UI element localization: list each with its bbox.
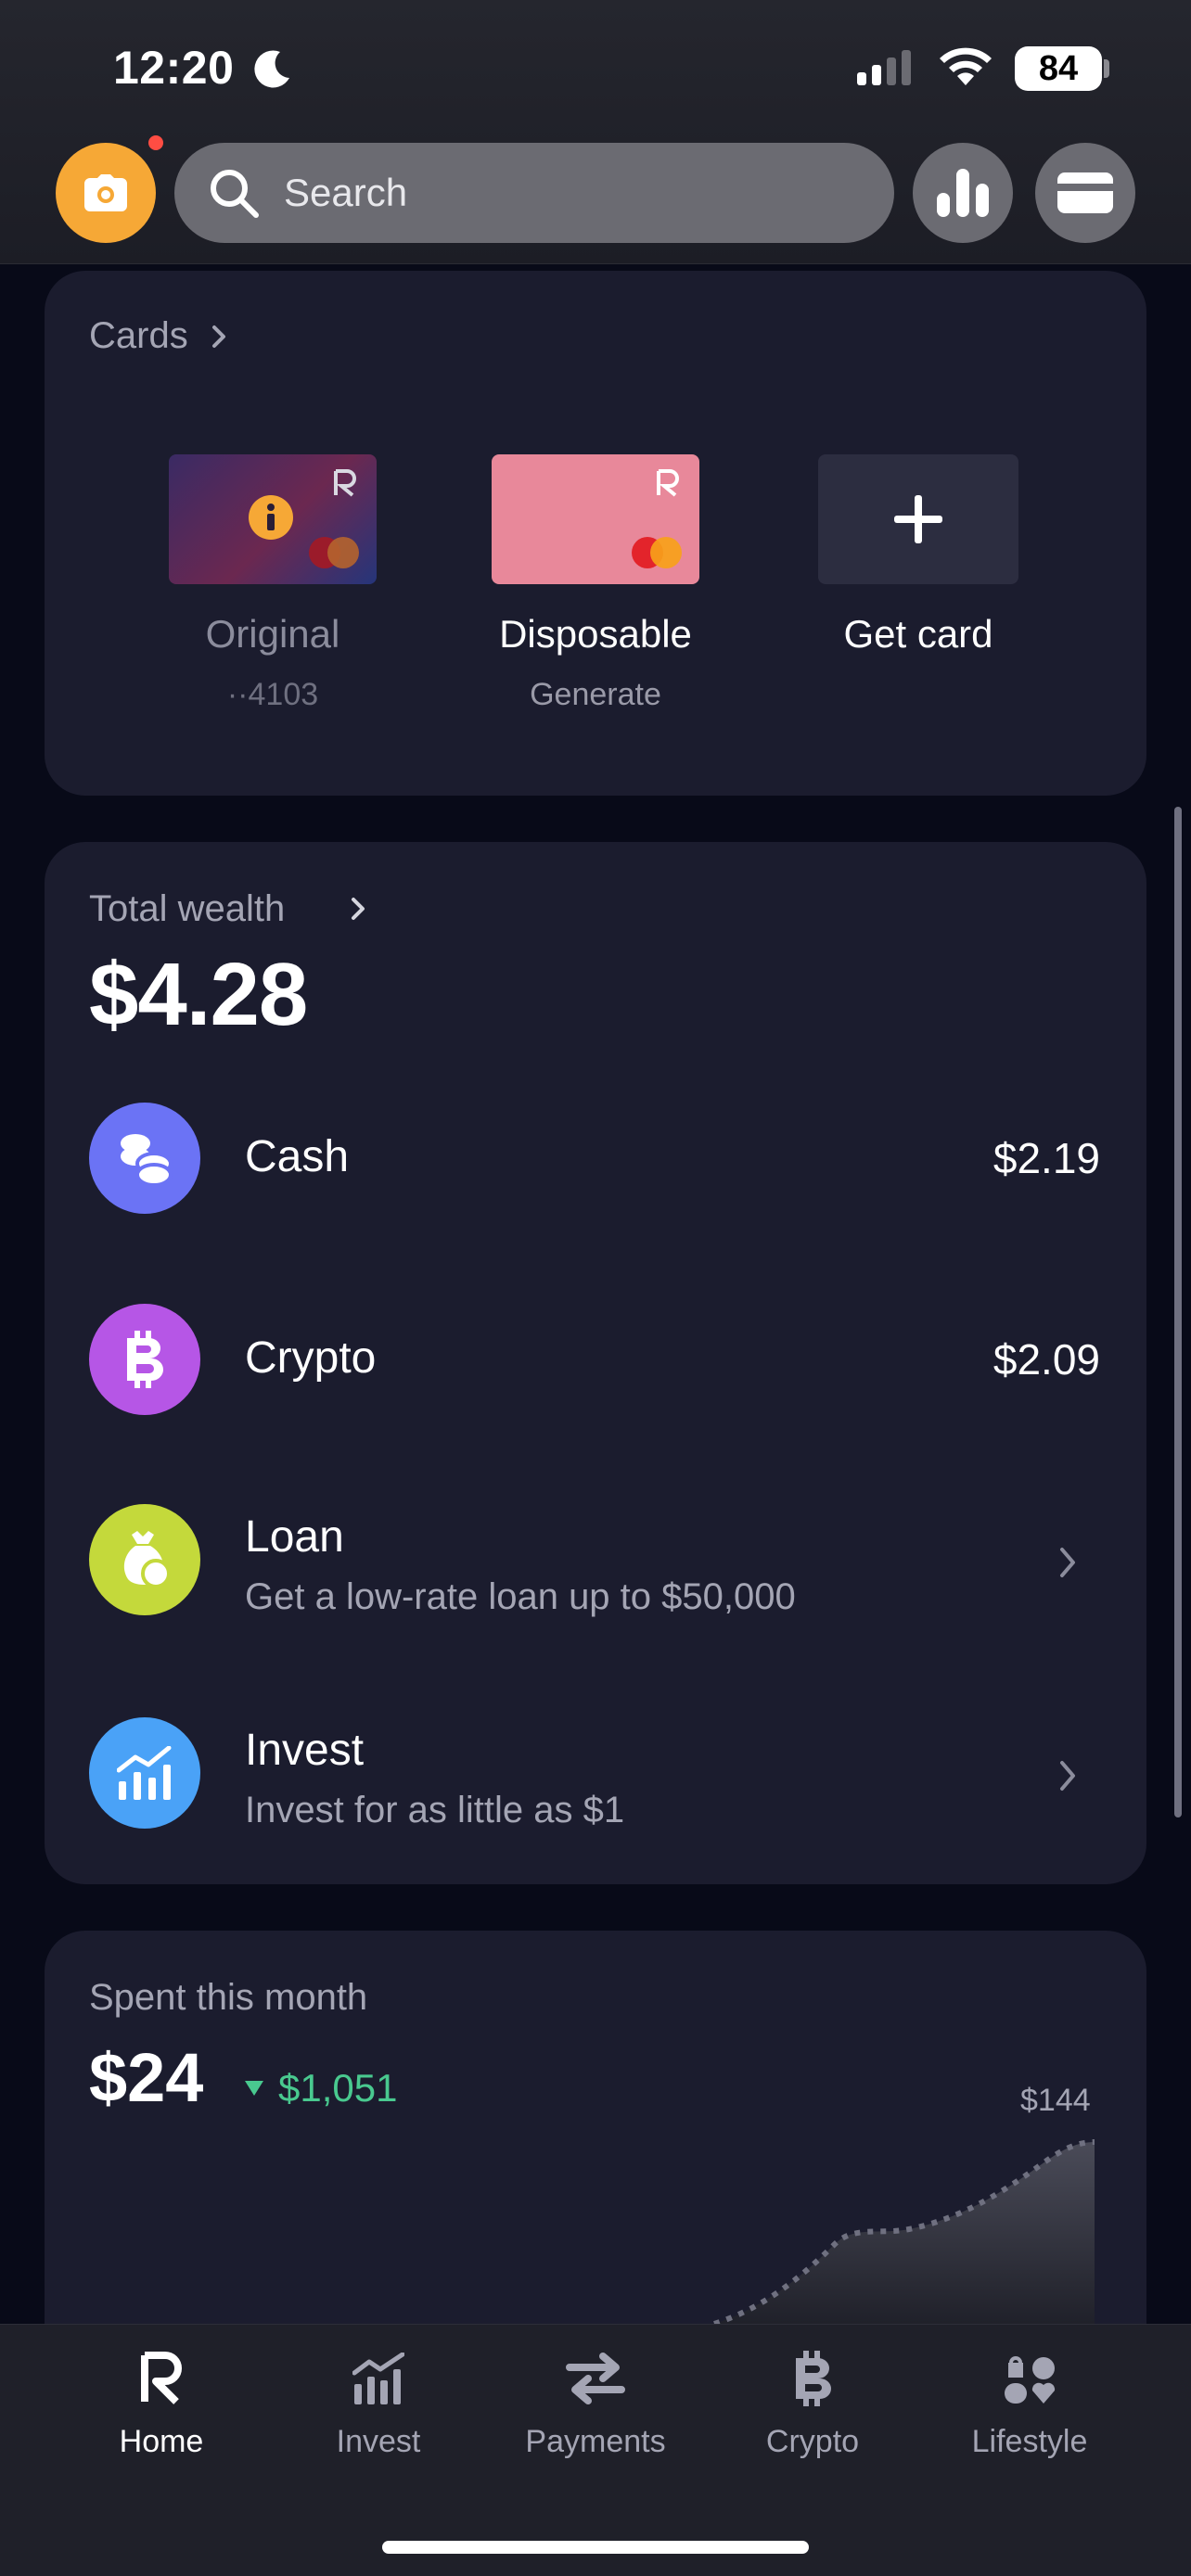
spent-title[interactable]: Spent this month [89, 1977, 367, 2019]
plus-icon [894, 495, 942, 543]
card-sub-disposable: Generate [530, 677, 661, 712]
nav-payments[interactable]: Payments [503, 2346, 688, 2460]
disposable-card-thumbnail[interactable] [492, 454, 699, 584]
credit-card-icon [1057, 172, 1113, 213]
chevron-right-icon [352, 898, 365, 920]
bar-chart-icon [937, 169, 989, 217]
bitcoin-icon [796, 2351, 831, 2406]
spent-chart-label: $144 [1020, 2083, 1091, 2118]
nav-invest[interactable]: Invest [286, 2346, 471, 2460]
wealth-row-crypto-title[interactable]: Crypto [245, 1333, 376, 1384]
chevron-right-icon [212, 325, 225, 348]
nav-label-invest: Invest [336, 2424, 421, 2459]
spent-delta: $1,051 [278, 2066, 398, 2110]
wealth-row-cash-title[interactable]: Cash [245, 1131, 349, 1182]
total-wealth-title[interactable]: Total wealth [89, 888, 285, 930]
wealth-row-loan-subtitle: Get a low-rate loan up to $50,000 [245, 1576, 796, 1617]
money-bag-icon [89, 1504, 200, 1615]
coins-icon [89, 1103, 200, 1214]
nav-label-payments: Payments [525, 2424, 666, 2459]
moon-icon [254, 50, 289, 88]
chevron-right-icon[interactable] [1059, 1547, 1076, 1578]
nav-lifestyle[interactable]: Lifestyle [937, 2346, 1122, 2460]
nav-crypto[interactable]: Crypto [720, 2346, 905, 2460]
spent-amount: $24 [89, 2039, 204, 2116]
cards-title[interactable]: Cards [89, 315, 188, 357]
wealth-row-invest-subtitle: Invest for as little as $1 [245, 1790, 625, 1830]
card-label-get-card: Get card [843, 612, 993, 656]
search-icon [211, 170, 259, 218]
battery-indicator: 84 [1015, 46, 1102, 91]
info-icon [249, 495, 293, 540]
card-label-disposable: Disposable [499, 612, 692, 656]
wealth-row-loan-title[interactable]: Loan [245, 1511, 344, 1562]
nav-home[interactable]: Home [69, 2346, 254, 2460]
lifestyle-icon [1005, 2356, 1056, 2404]
wifi-icon [940, 47, 992, 85]
analytics-button[interactable] [913, 143, 1013, 243]
camera-icon [84, 174, 127, 211]
revolut-logo-icon [657, 469, 679, 497]
mastercard-icon [309, 537, 359, 568]
battery-nub [1104, 59, 1109, 78]
original-card-thumbnail[interactable] [169, 454, 377, 584]
revolut-logo-icon [334, 469, 356, 497]
bitcoin-icon [89, 1304, 200, 1415]
wealth-row-cash-value: $2.19 [992, 1134, 1100, 1182]
transfer-arrows-icon [566, 2353, 625, 2404]
chevron-right-icon[interactable] [1059, 1760, 1076, 1792]
revolut-logo-icon [141, 2352, 182, 2404]
nav-label-crypto: Crypto [765, 2424, 860, 2459]
notification-dot [148, 135, 163, 150]
mastercard-icon [632, 537, 682, 568]
chart-bars-icon [89, 1717, 200, 1829]
search-bar[interactable]: Search [174, 143, 894, 243]
chart-icon [352, 2353, 404, 2404]
triangle-down-icon [245, 2081, 263, 2096]
status-time: 12:20 [113, 42, 235, 94]
home-indicator[interactable] [382, 2541, 809, 2554]
get-card-button[interactable] [818, 454, 1018, 584]
camera-button[interactable] [56, 143, 156, 243]
signal-icon [857, 50, 911, 85]
search-placeholder: Search [284, 171, 408, 214]
wealth-row-invest-title[interactable]: Invest [245, 1725, 364, 1776]
spending-chart [713, 2139, 1095, 2327]
card-label-original: Original [205, 612, 340, 656]
nav-label-lifestyle: Lifestyle [971, 2424, 1088, 2459]
total-wealth-amount: $4.28 [89, 945, 308, 1044]
scrollbar[interactable] [1174, 807, 1182, 1817]
nav-label-home: Home [119, 2424, 204, 2459]
wealth-row-crypto-value: $2.09 [992, 1335, 1100, 1384]
card-number-original: ··4103 [226, 677, 319, 712]
cards-button[interactable] [1035, 143, 1135, 243]
